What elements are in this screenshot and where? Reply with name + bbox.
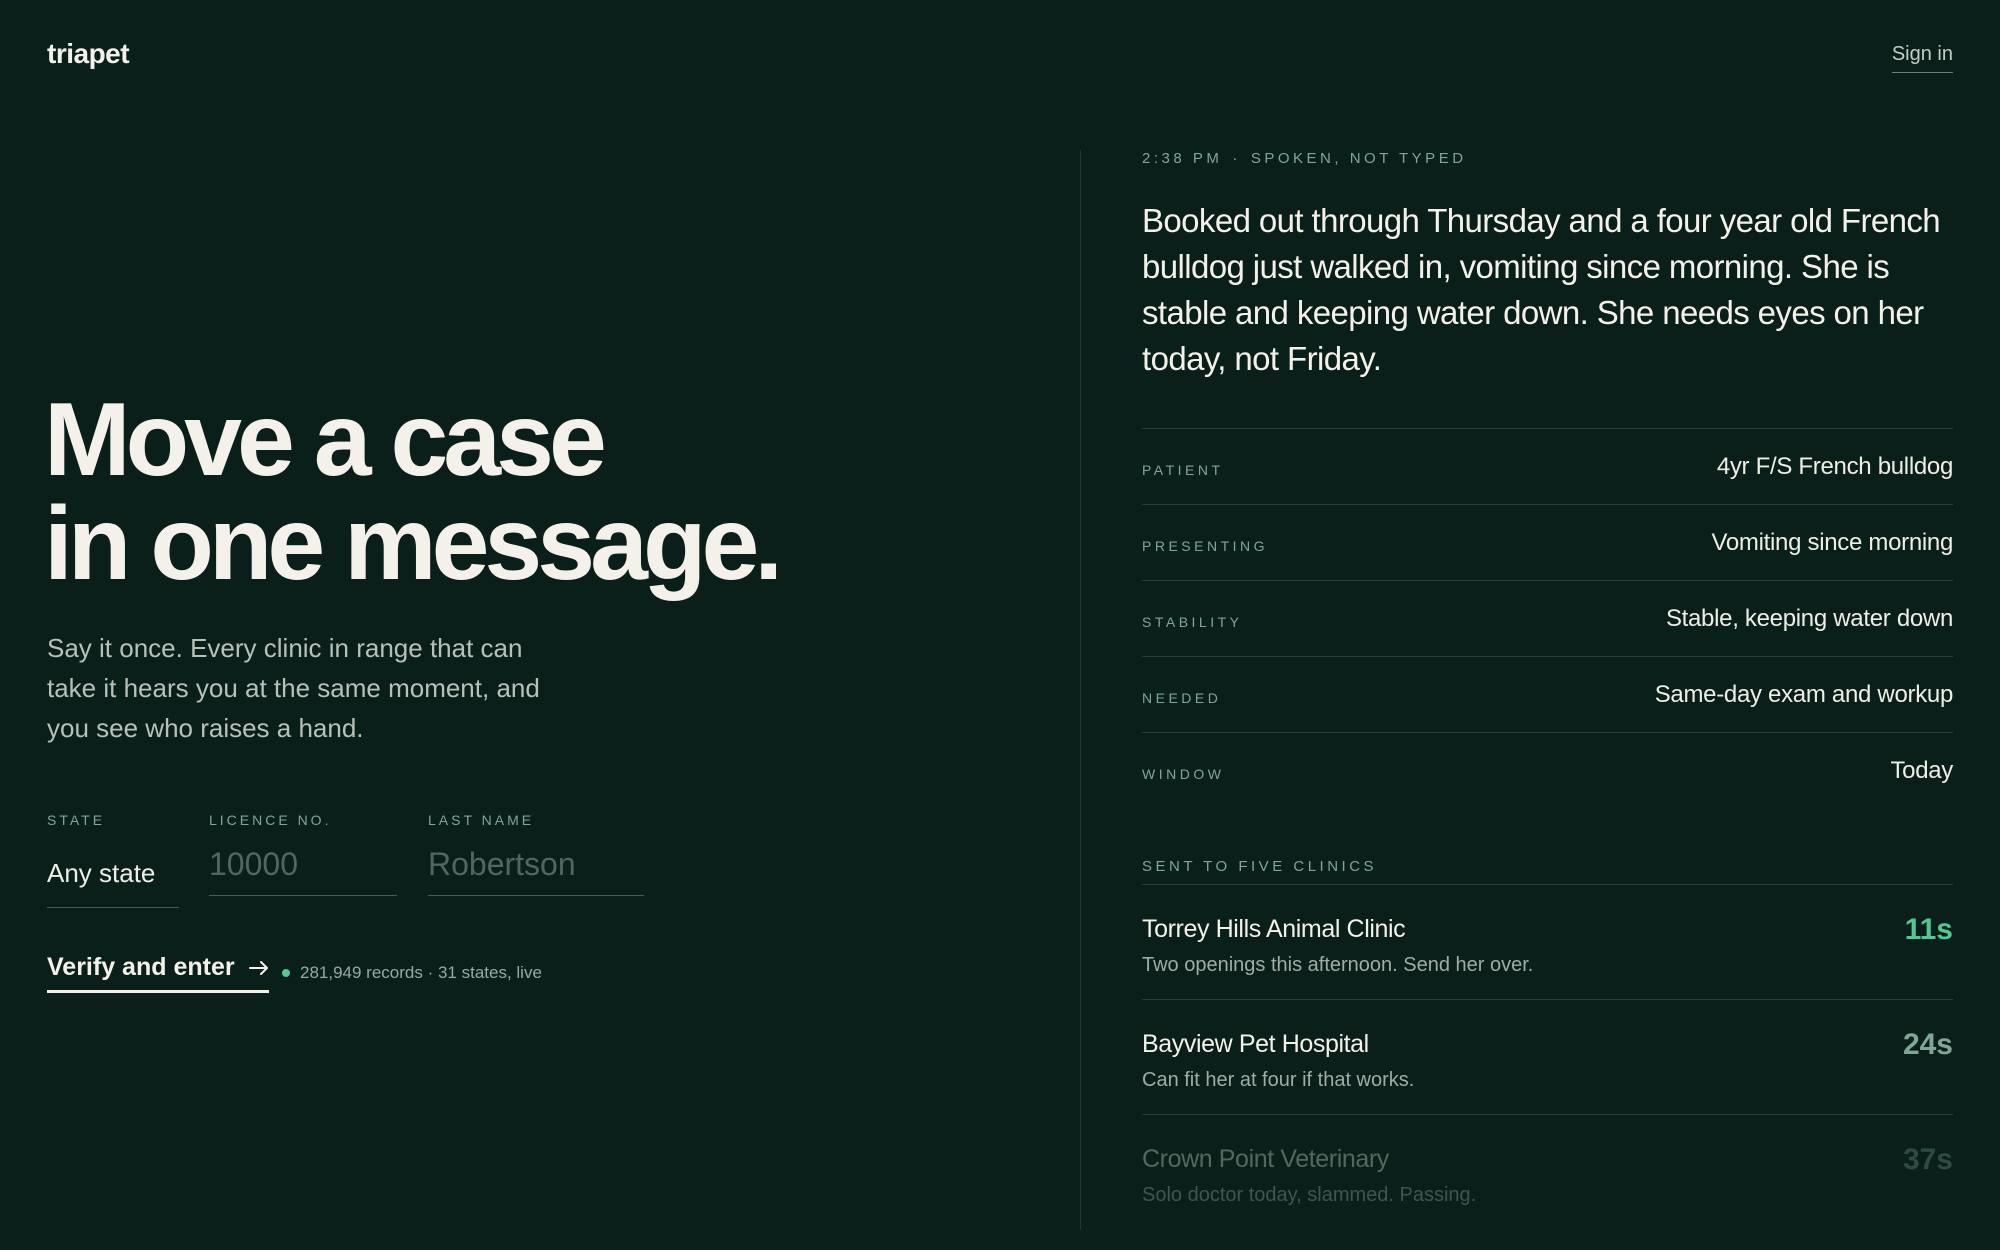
message-time: 2:38 PM (1142, 150, 1223, 167)
column-divider (1080, 150, 1081, 1230)
clinic-response-item[interactable]: Bayview Pet Hospital Can fit her at four … (1142, 1000, 1953, 1115)
clinic-message: Can fit her at four if that works. (1142, 1069, 1415, 1091)
spoken-message: Booked out through Thursday and a four y… (1142, 202, 1941, 377)
last-name-label: LAST NAME (428, 812, 535, 828)
licence-label: LICENCE NO. (209, 812, 332, 828)
message-mode: SPOKEN, NOT TYPED (1250, 150, 1467, 167)
detail-key: NEEDED (1142, 689, 1222, 706)
message-meta: 2:38 PM · SPOKEN, NOT TYPED (1142, 150, 1953, 167)
last-name-field[interactable]: LAST NAME Robertson (428, 812, 644, 896)
last-name-input[interactable]: Robertson (428, 846, 644, 896)
detail-value: Stable, keeping water down (1665, 604, 1953, 632)
detail-row: NEEDED Same-day exam and workup (1142, 657, 1953, 733)
detail-value: Today (1890, 757, 1953, 784)
records-status: 281,949 records · 31 states, live (282, 963, 542, 983)
page-title: Move a case in one message. (44, 382, 783, 602)
detail-value: 4yr F/S French bulldog (1716, 452, 1953, 480)
meta-separator: · (1232, 150, 1241, 167)
clinic-name: Torrey Hills Animal Clinic (1142, 915, 1406, 943)
arrow-right-icon (248, 960, 268, 975)
state-label: STATE (47, 812, 106, 828)
verify-and-enter-button[interactable]: Verify and enter (47, 953, 269, 993)
headline-line-2: in one message. (44, 486, 783, 602)
detail-row: STABILITY Stable, keeping water down (1142, 581, 1953, 657)
detail-value: Same-day exam and workup (1654, 680, 1954, 708)
clinic-message: Two openings this afternoon. Send her ov… (1142, 954, 1534, 976)
detail-key: STABILITY (1142, 613, 1243, 630)
licence-input[interactable]: 10000 (209, 846, 397, 896)
detail-row: PATIENT 4yr F/S French bulldog (1142, 429, 1953, 505)
clinic-response-item[interactable]: Crown Point Veterinary Solo doctor today,… (1142, 1115, 1953, 1230)
verify-button-label: Verify and enter (47, 953, 235, 981)
detail-row: PRESENTING Vomiting since morning (1142, 505, 1953, 581)
clinic-responses: Torrey Hills Animal Clinic Two openings t… (1142, 884, 1953, 1230)
sent-label: SENT TO FIVE CLINICS (1142, 858, 1378, 875)
detail-key: PATIENT (1142, 461, 1224, 478)
clinic-name: Bayview Pet Hospital (1142, 1030, 1369, 1058)
detail-key: PRESENTING (1142, 537, 1269, 554)
clinic-response-time: 37s (1902, 1143, 1953, 1176)
records-status-text: 281,949 records · 31 states, live (300, 963, 542, 982)
detail-key: WINDOW (1142, 766, 1225, 782)
live-dot-icon (282, 969, 290, 977)
state-select[interactable]: Any state (47, 846, 179, 908)
case-details: PATIENT 4yr F/S French bulldog PRESENTING V… (1142, 428, 1953, 809)
sign-in-link[interactable]: Sign in (1891, 43, 1953, 73)
licence-field[interactable]: LICENCE NO. 10000 (209, 812, 397, 896)
state-field[interactable]: STATE Any state (47, 812, 179, 908)
clinic-response-time: 11s (1904, 913, 1953, 946)
clinic-message: Solo doctor today, slammed. Passing. (1142, 1184, 1477, 1206)
hero-subcopy: Say it once. Every clinic in range that … (47, 633, 540, 743)
headline-line-1: Move a case (44, 382, 607, 498)
clinic-response-item[interactable]: Torrey Hills Animal Clinic Two openings t… (1142, 885, 1953, 1000)
detail-row: WINDOW Today (1142, 733, 1953, 809)
detail-value: Vomiting since morning (1711, 528, 1953, 556)
clinic-response-time: 24s (1902, 1028, 1953, 1061)
logo[interactable]: triapet (47, 38, 130, 70)
clinic-name: Crown Point Veterinary (1142, 1145, 1389, 1173)
